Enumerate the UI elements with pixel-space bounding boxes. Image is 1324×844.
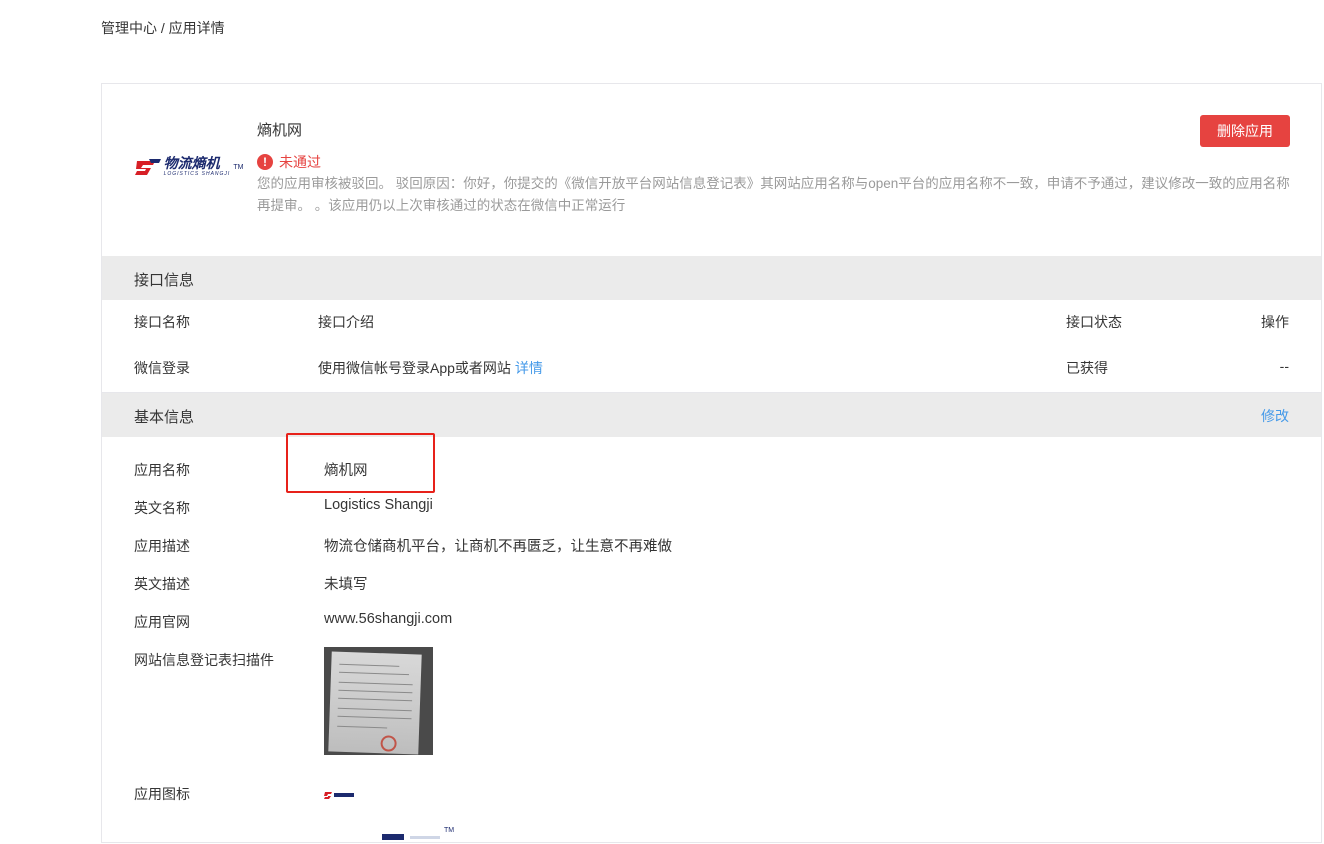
detail-link[interactable]: 详情 bbox=[515, 360, 543, 376]
api-section-header: 接口信息 bbox=[102, 256, 1321, 300]
field-label-app-name: 应用名称 bbox=[134, 462, 190, 478]
app-icon-large: TM bbox=[382, 827, 454, 840]
reject-reason: 您的应用审核被驳回。 驳回原因：你好，你提交的《微信开放平台网站信息登记表》其网… bbox=[257, 176, 1290, 213]
field-value-en-name: Logistics Shangji bbox=[324, 497, 433, 513]
field-label-en-description: 英文描述 bbox=[134, 576, 190, 592]
api-name-cell: 微信登录 bbox=[134, 360, 190, 376]
app-name: 熵机网 bbox=[257, 122, 303, 139]
field-value-app-name: 熵机网 bbox=[324, 463, 368, 479]
logo-cn-text: 物流熵机 bbox=[163, 156, 220, 172]
field-value-description: 物流仓储商机平台，让商机不再匮乏，让生意不再难做 bbox=[324, 539, 672, 555]
breadcrumb: 管理中心 / 应用详情 bbox=[101, 20, 225, 36]
col-api-action: 操作 bbox=[1261, 314, 1289, 330]
field-label-website: 应用官网 bbox=[134, 614, 190, 630]
logo-en-text: LOGISTICS SHANGJI bbox=[163, 171, 231, 177]
app-icon-thumbnail bbox=[324, 792, 354, 799]
status-text: 未通过 bbox=[279, 154, 321, 170]
api-table-header: 接口名称 接口介绍 接口状态 操作 bbox=[102, 300, 1321, 340]
scan-image[interactable] bbox=[324, 647, 433, 755]
api-section-title: 接口信息 bbox=[134, 272, 195, 289]
logo-tm: TM bbox=[233, 163, 244, 171]
basic-section-title: 基本信息 bbox=[134, 409, 195, 426]
field-label-en-name: 英文名称 bbox=[134, 500, 190, 516]
api-status-cell: 已获得 bbox=[1066, 360, 1108, 376]
field-value-en-description: 未填写 bbox=[324, 577, 368, 593]
basic-section-header: 基本信息 修改 bbox=[102, 393, 1321, 437]
api-intro-cell: 使用微信帐号登录App或者网站 详情 bbox=[318, 358, 543, 378]
field-label-scan: 网站信息登记表扫描件 bbox=[134, 652, 274, 668]
col-api-name: 接口名称 bbox=[134, 314, 190, 330]
field-value-website: www.56shangji.com bbox=[324, 611, 453, 627]
edit-button[interactable]: 修改 bbox=[1261, 406, 1289, 426]
field-label-icon: 应用图标 bbox=[134, 786, 190, 802]
logo-mark-icon bbox=[134, 159, 161, 175]
app-detail-card: 物流熵机 LOGISTICS SHANGJI TM 熵机网 ! 未通过 您的应用… bbox=[101, 83, 1322, 843]
scan-paper bbox=[328, 651, 422, 755]
api-action-cell: -- bbox=[1279, 358, 1289, 374]
review-status: ! 未通过 bbox=[257, 152, 321, 172]
field-label-description: 应用描述 bbox=[134, 538, 190, 554]
table-row: 微信登录 使用微信帐号登录App或者网站 详情 已获得 -- bbox=[102, 346, 1321, 386]
api-intro-text: 使用微信帐号登录App或者网站 bbox=[318, 360, 511, 376]
app-logo: 物流熵机 LOGISTICS SHANGJI TM bbox=[134, 112, 244, 222]
warning-circle-icon: ! bbox=[257, 154, 273, 170]
col-api-intro: 接口介绍 bbox=[318, 314, 374, 330]
delete-app-button[interactable]: 删除应用 bbox=[1200, 115, 1290, 147]
col-api-status: 接口状态 bbox=[1066, 314, 1122, 330]
